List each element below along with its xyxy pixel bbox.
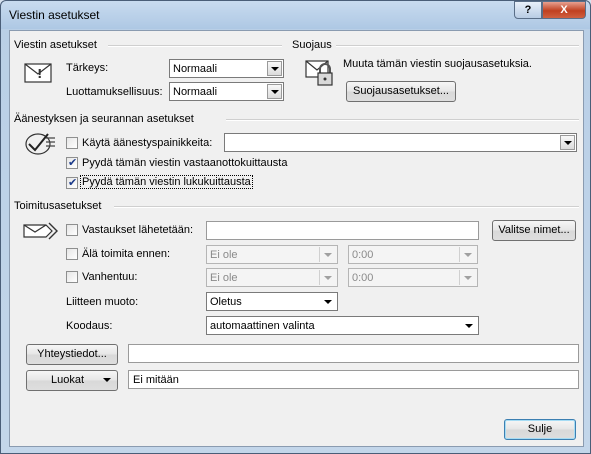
use-voting-label: Käytä äänestyspainikkeita: bbox=[82, 137, 213, 149]
chevron-down-icon[interactable] bbox=[320, 294, 336, 309]
sensitivity-value: Normaali bbox=[173, 86, 218, 98]
close-button[interactable]: Sulje bbox=[504, 419, 576, 440]
sensitivity-select[interactable]: Normaali bbox=[169, 82, 284, 101]
chevron-down-icon[interactable] bbox=[461, 318, 477, 333]
read-receipt-checkbox[interactable] bbox=[66, 176, 78, 189]
attachment-format-label: Liitteen muoto: bbox=[66, 296, 139, 308]
expires-checkbox[interactable] bbox=[66, 271, 78, 283]
expires-label: Vanhentuu: bbox=[82, 271, 138, 283]
categories-button-label: Luokat bbox=[51, 374, 85, 386]
delivery-receipt-checkbox[interactable] bbox=[66, 156, 78, 169]
expires-date-value: Ei ole bbox=[210, 272, 238, 284]
categories-button[interactable]: Luokat bbox=[26, 370, 118, 391]
expires-time-value: 0:00 bbox=[352, 272, 374, 284]
lock-envelope-icon bbox=[305, 60, 333, 86]
sensitivity-label: Luottamuksellisuus: bbox=[66, 86, 163, 98]
group-divider bbox=[226, 119, 579, 121]
security-description: Muuta tämän viestin suojausasetuksia. bbox=[343, 58, 532, 70]
chevron-down-icon bbox=[103, 378, 111, 382]
delivery-group-heading: Toimitusasetukset bbox=[14, 200, 102, 212]
not-before-time-value: 0:00 bbox=[352, 249, 374, 261]
help-button[interactable]: ? bbox=[514, 1, 542, 19]
security-group-heading: Suojaus bbox=[292, 39, 332, 51]
attachment-format-select[interactable]: Oletus bbox=[206, 292, 338, 311]
replies-to-field[interactable] bbox=[206, 221, 479, 240]
chevron-down-icon[interactable] bbox=[319, 247, 336, 262]
chevron-down-icon[interactable] bbox=[560, 135, 575, 150]
use-voting-checkbox[interactable] bbox=[66, 137, 78, 149]
attachment-format-value: Oletus bbox=[210, 296, 242, 308]
select-names-button[interactable]: Valitse nimet... bbox=[492, 220, 576, 241]
group-divider bbox=[114, 206, 579, 208]
expires-date-select[interactable]: Ei ole bbox=[206, 268, 338, 287]
not-before-date-select[interactable]: Ei ole bbox=[206, 245, 338, 264]
chevron-down-icon[interactable] bbox=[319, 270, 336, 285]
encoding-label: Koodaus: bbox=[66, 320, 113, 332]
chevron-down-icon[interactable] bbox=[267, 61, 282, 76]
close-button-label: Sulje bbox=[527, 423, 553, 435]
chevron-down-icon[interactable] bbox=[267, 84, 282, 99]
chevron-down-icon[interactable] bbox=[459, 247, 476, 262]
replies-label: Vastaukset lähetetään: bbox=[82, 224, 194, 236]
encoding-value: automaattinen valinta bbox=[210, 320, 315, 332]
delivery-receipt-label: Pyydä tämän viestin vastaanottokuittaust… bbox=[82, 157, 288, 169]
select-names-label: Valitse nimet... bbox=[498, 224, 570, 236]
contacts-field[interactable] bbox=[128, 344, 579, 363]
chevron-down-icon[interactable] bbox=[459, 270, 476, 285]
importance-select[interactable]: Normaali bbox=[169, 59, 284, 78]
general-group-heading: Viestin asetukset bbox=[14, 39, 97, 51]
categories-value: Ei mitään bbox=[133, 374, 179, 386]
voting-group-heading: Äänestyksen ja seurannan asetukset bbox=[14, 113, 194, 125]
window-title: Viestin asetukset bbox=[9, 8, 100, 22]
title-bar[interactable]: Viestin asetukset ? X bbox=[1, 1, 590, 29]
dialog-body: Viestin asetukset ! Tärkeys: Normaali Lu… bbox=[9, 30, 584, 447]
importance-value: Normaali bbox=[173, 63, 218, 75]
group-divider bbox=[108, 45, 282, 47]
not-before-date-value: Ei ole bbox=[210, 249, 238, 261]
contacts-button-label: Yhteystiedot... bbox=[37, 348, 107, 360]
voting-check-icon bbox=[25, 133, 55, 155]
expires-time-select[interactable]: 0:00 bbox=[348, 268, 478, 287]
dialog-window: Viestin asetukset ? X Viestin asetukset … bbox=[0, 0, 591, 454]
not-before-checkbox[interactable] bbox=[66, 248, 78, 260]
message-flag-icon: ! bbox=[24, 63, 52, 83]
replies-checkbox[interactable] bbox=[66, 224, 78, 236]
not-before-label: Älä toimita ennen: bbox=[82, 248, 171, 260]
importance-label: Tärkeys: bbox=[66, 62, 109, 74]
voting-buttons-select[interactable] bbox=[224, 133, 577, 152]
security-settings-label: Suojausasetukset... bbox=[352, 85, 449, 97]
delivery-envelope-icon bbox=[23, 222, 58, 240]
categories-field[interactable]: Ei mitään bbox=[128, 370, 579, 389]
security-settings-button[interactable]: Suojausasetukset... bbox=[346, 81, 456, 102]
contacts-button[interactable]: Yhteystiedot... bbox=[26, 344, 118, 365]
close-window-button[interactable]: X bbox=[542, 1, 586, 19]
svg-text:!: ! bbox=[37, 67, 42, 81]
group-divider bbox=[336, 45, 579, 47]
not-before-time-select[interactable]: 0:00 bbox=[348, 245, 478, 264]
read-receipt-label: Pyydä tämän viestin lukukuittausta bbox=[80, 175, 253, 189]
encoding-select[interactable]: automaattinen valinta bbox=[206, 316, 479, 335]
